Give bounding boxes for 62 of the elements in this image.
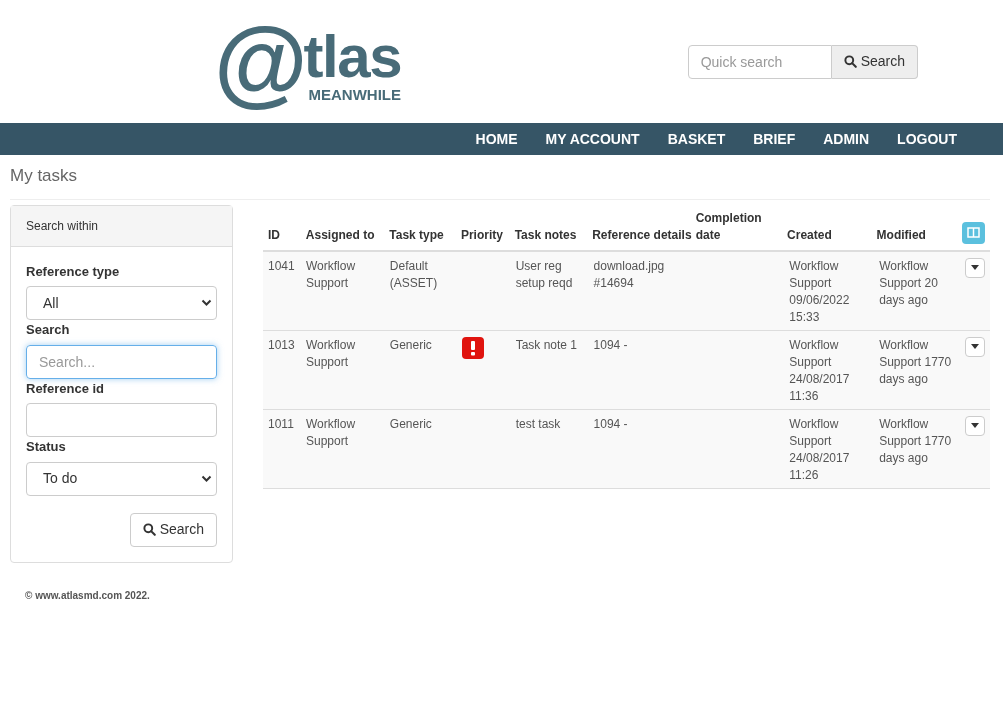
table-cell-text: download.jpg #14694: [593, 257, 666, 292]
panel-header: Search within: [11, 205, 232, 247]
table-cell-text: Workflow Support: [305, 415, 357, 450]
search-icon: [142, 523, 156, 536]
nav-link[interactable]: MY ACCOUNT: [545, 128, 640, 150]
caret-icon: [971, 423, 979, 428]
row-menu-button[interactable]: [965, 336, 985, 357]
search-icon: [843, 55, 857, 68]
column-header: Modified: [876, 226, 927, 244]
table-cell-text: Generic: [389, 415, 433, 433]
nav-link[interactable]: BASKET: [667, 128, 726, 150]
table-cell-text: Task note 1: [515, 336, 579, 354]
column-header: Assigned to: [305, 226, 376, 244]
table-cell-text: 1041: [268, 257, 296, 275]
table-cell-text: 1094 -: [593, 415, 629, 433]
table-cell-text: Workflow Support: [305, 257, 357, 292]
table-cell-text: Workflow Support 1770 days ago: [879, 336, 953, 388]
caret-icon: [971, 344, 979, 349]
caret-icon: [971, 265, 979, 270]
table-cell-text: Workflow Support 09/06/2022 15:33: [789, 257, 851, 326]
column-header: Completion date: [695, 209, 763, 244]
nav-link[interactable]: BRIEF: [753, 128, 796, 150]
page-title: My tasks: [10, 155, 990, 200]
nav-link[interactable]: HOME: [475, 128, 518, 150]
table-cell-text: 1013: [268, 336, 296, 354]
text-field[interactable]: Search...: [26, 344, 217, 379]
quick-search-button[interactable]: Search: [831, 44, 918, 79]
columns-toggle-button[interactable]: [962, 221, 985, 244]
table-cell-text: test task: [515, 415, 562, 433]
table-cell-text: 1094 -: [593, 336, 629, 354]
columns-icon: [967, 227, 981, 238]
column-header: Task type: [389, 226, 445, 244]
table-cell-text: Workflow Support 1770 days ago: [879, 415, 953, 467]
field-label: Reference type: [26, 262, 121, 281]
chevron-down-icon: [201, 474, 212, 483]
table-cell-text: Generic: [389, 336, 433, 354]
table-cell-text: 1011: [268, 415, 295, 433]
table-cell-text: Workflow Support: [305, 336, 357, 371]
table-cell-text: User reg setup reqd: [515, 257, 574, 292]
row-menu-button[interactable]: [965, 257, 985, 278]
search-button[interactable]: Search: [129, 512, 217, 547]
row-menu-button[interactable]: [965, 415, 985, 436]
column-header: ID: [268, 226, 281, 244]
nav-link[interactable]: LOGOUT: [897, 128, 957, 150]
table-cell-text: Workflow Support 20 days ago: [879, 257, 939, 309]
text-field[interactable]: [26, 403, 217, 437]
table-cell-text: Default (ASSET): [389, 257, 439, 292]
column-header: Task notes: [514, 226, 578, 244]
footer-copyright: © www.atlasmd.com 2022.: [25, 588, 151, 603]
column-header: Priority: [460, 226, 504, 244]
quick-search-field[interactable]: Quick search: [687, 44, 832, 79]
field-label: Status: [26, 438, 67, 456]
field-label: Reference id: [26, 379, 106, 398]
column-header: Created: [787, 226, 833, 244]
chevron-down-icon: [201, 299, 212, 307]
nav-link[interactable]: ADMIN: [823, 128, 870, 150]
select-field[interactable]: All: [26, 286, 217, 320]
select-field[interactable]: To do: [26, 461, 217, 496]
field-label: Search: [26, 321, 71, 339]
column-header: Reference details: [592, 226, 693, 244]
table-cell-text: Workflow Support 24/08/2017 11:26: [789, 415, 851, 484]
table-cell-text: Workflow Support 24/08/2017 11:36: [789, 336, 851, 405]
